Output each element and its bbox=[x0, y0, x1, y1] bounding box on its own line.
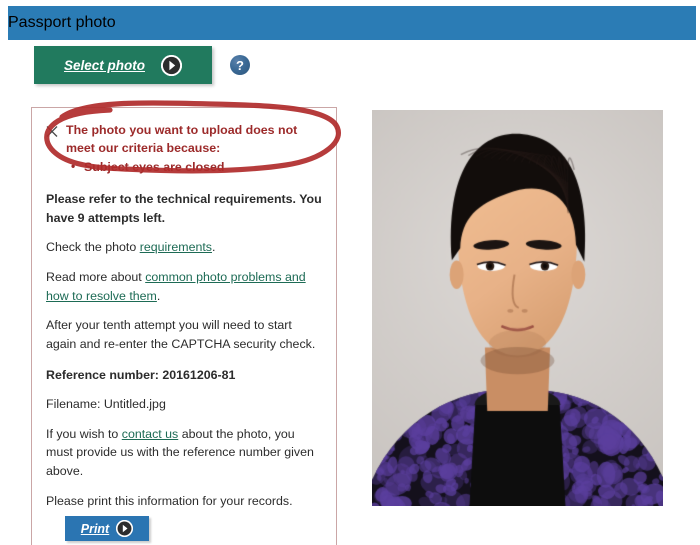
chevron-right-circle-icon bbox=[161, 55, 182, 76]
page-title: Passport photo bbox=[8, 14, 116, 32]
uploaded-photo bbox=[372, 110, 663, 506]
technical-requirements-note: Please refer to the technical requiremen… bbox=[46, 190, 322, 227]
contact-prefix: If you wish to bbox=[46, 427, 122, 441]
tenth-attempt-note: After your tenth attempt you will need t… bbox=[46, 316, 322, 353]
select-photo-label: Select photo bbox=[64, 58, 145, 73]
error-headline: The photo you want to upload does not me… bbox=[66, 122, 322, 157]
photo-result-panel: The photo you want to upload does not me… bbox=[31, 107, 337, 545]
error-reason-list: Subject eyes are closed bbox=[46, 159, 322, 177]
print-button[interactable]: Print bbox=[65, 516, 149, 541]
photo-canvas bbox=[372, 110, 663, 506]
select-photo-button[interactable]: Select photo bbox=[34, 46, 212, 84]
common-problems-paragraph: Read more about common photo problems an… bbox=[46, 268, 322, 305]
list-item: Subject eyes are closed bbox=[84, 159, 322, 177]
read-prefix: Read more about bbox=[46, 270, 145, 284]
contact-paragraph: If you wish to contact us about the phot… bbox=[46, 425, 322, 481]
requirements-link[interactable]: requirements bbox=[140, 240, 212, 254]
print-note: Please print this information for your r… bbox=[46, 492, 322, 511]
toolbar: Select photo ? bbox=[34, 46, 250, 84]
help-icon[interactable]: ? bbox=[230, 55, 250, 75]
contact-us-link[interactable]: contact us bbox=[122, 427, 178, 441]
print-label: Print bbox=[81, 522, 109, 536]
x-mark-icon bbox=[46, 125, 58, 138]
chevron-right-circle-icon bbox=[116, 520, 133, 537]
reference-number: Reference number: 20161206-81 bbox=[46, 366, 322, 385]
check-requirements-paragraph: Check the photo requirements. bbox=[46, 238, 322, 257]
app-header-bar: Passport photo bbox=[6, 4, 696, 40]
help-glyph: ? bbox=[236, 59, 244, 72]
check-prefix: Check the photo bbox=[46, 240, 140, 254]
read-suffix: . bbox=[157, 289, 160, 303]
error-message: The photo you want to upload does not me… bbox=[46, 122, 322, 157]
check-suffix: . bbox=[212, 240, 215, 254]
filename: Filename: Untitled.jpg bbox=[46, 395, 322, 414]
